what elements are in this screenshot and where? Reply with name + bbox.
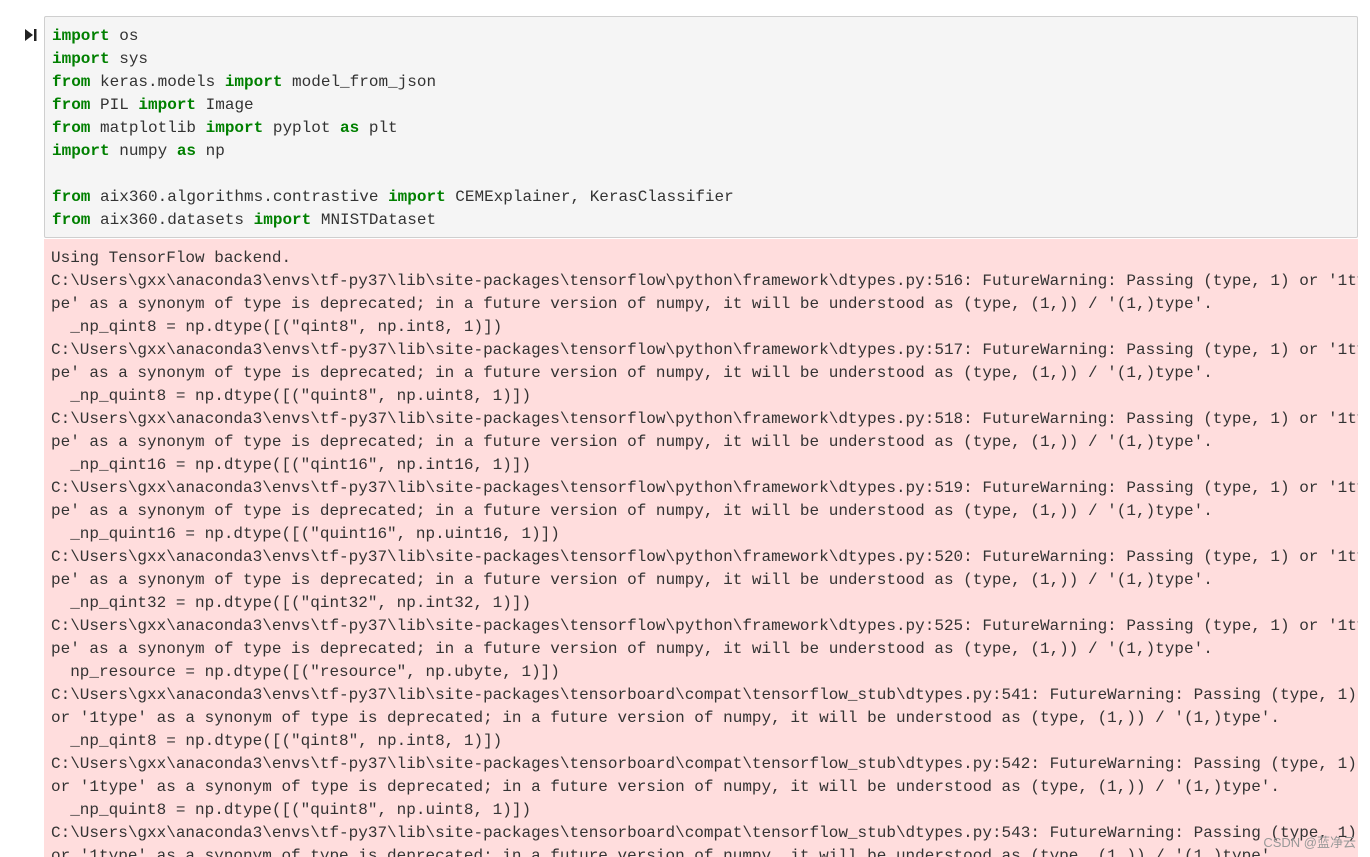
code-token: aix360.algorithms.contrastive [90,188,389,206]
output-line: or '1type' as a synonym of type is depre… [51,847,1280,857]
code-input-area[interactable]: import os import sys from keras.models imp… [44,16,1358,238]
code-token: pyplot [263,119,341,137]
output-line: _np_qint8 = np.dtype([("qint8", np.int8,… [51,732,503,750]
output-line: Using TensorFlow backend. [51,249,292,267]
code-token: matplotlib [90,119,206,137]
code-line: import numpy as np [52,140,734,163]
code-keyword: import [205,119,264,137]
code-token: model_from_json [282,73,437,91]
code-token: PIL [90,96,139,114]
output-line: C:\Users\gxx\anaconda3\envs\tf-py37\lib\… [51,341,1358,359]
code-keyword: import [52,50,110,68]
output-line: _np_quint16 = np.dtype([("quint16", np.u… [51,525,560,543]
code-token: np [196,142,225,160]
cell-output-stderr: Using TensorFlow backend. C:\Users\gxx\an… [44,239,1358,857]
output-line: or '1type' as a synonym of type is depre… [51,709,1280,727]
output-line: _np_qint16 = np.dtype([("qint16", np.int… [51,456,532,474]
code-token: sys [109,50,149,68]
code-keyword: from [52,73,91,91]
code-keyword: as [176,142,197,160]
output-line: _np_qint8 = np.dtype([("qint8", np.int8,… [51,318,503,336]
output-line: C:\Users\gxx\anaconda3\envs\tf-py37\lib\… [51,686,1357,704]
code-keyword: from [52,119,91,137]
output-line: C:\Users\gxx\anaconda3\envs\tf-py37\lib\… [51,755,1357,773]
code-token: plt [359,119,398,137]
code-token: MNISTDataset [311,211,437,229]
output-line: C:\Users\gxx\anaconda3\envs\tf-py37\lib\… [51,410,1358,428]
code-line: import sys [52,48,734,71]
output-line: pe' as a synonym of type is deprecated; … [51,433,1213,451]
output-line: pe' as a synonym of type is deprecated; … [51,640,1213,658]
output-line: np_resource = np.dtype([("resource", np.… [51,663,560,681]
code-line: from aix360.datasets import MNISTDataset [52,209,734,232]
code-line: from matplotlib import pyplot as plt [52,117,734,140]
code-line: import os [52,25,734,48]
code-keyword: as [340,119,360,137]
code-token: keras.models [90,73,225,91]
output-line: pe' as a synonym of type is deprecated; … [51,364,1213,382]
code-keyword: import [224,73,283,91]
code-line: from aix360.algorithms.contrastive impor… [52,186,734,209]
output-line: _np_quint8 = np.dtype([("quint8", np.uin… [51,801,532,819]
code-token: aix360.datasets [90,211,254,229]
code-line: from keras.models import model_from_json [52,71,734,94]
code-keyword: import [253,211,312,229]
code-keyword: import [52,27,110,45]
output-text: Using TensorFlow backend. C:\Users\gxx\an… [51,247,1358,857]
output-line: pe' as a synonym of type is deprecated; … [51,502,1213,520]
output-line: C:\Users\gxx\anaconda3\envs\tf-py37\lib\… [51,548,1358,566]
code-keyword: from [52,188,91,206]
run-cell-button[interactable] [21,26,39,44]
output-line: _np_qint32 = np.dtype([("qint32", np.int… [51,594,532,612]
code-keyword: import [138,96,197,114]
output-line: C:\Users\gxx\anaconda3\envs\tf-py37\lib\… [51,824,1357,842]
output-line: pe' as a synonym of type is deprecated; … [51,295,1213,313]
code-token: Image [196,96,254,114]
output-line: C:\Users\gxx\anaconda3\envs\tf-py37\lib\… [51,272,1358,290]
code-line: from PIL import Image [52,94,734,117]
output-line: pe' as a synonym of type is deprecated; … [51,571,1213,589]
output-line: C:\Users\gxx\anaconda3\envs\tf-py37\lib\… [51,479,1358,497]
code-token: numpy [109,142,177,160]
output-line: C:\Users\gxx\anaconda3\envs\tf-py37\lib\… [51,617,1358,635]
output-line: or '1type' as a synonym of type is depre… [51,778,1280,796]
code-editor[interactable]: import os import sys from keras.models imp… [52,25,734,232]
code-keyword: from [52,211,91,229]
code-keyword: from [52,96,91,114]
output-line: _np_quint8 = np.dtype([("quint8", np.uin… [51,387,532,405]
watermark: CSDN @蓝净云 [1263,835,1356,850]
run-cell-icon [25,29,37,41]
code-token: os [109,27,139,45]
code-keyword: import [52,142,110,160]
code-keyword: import [388,188,446,206]
code-token: CEMExplainer, KerasClassifier [445,188,734,206]
